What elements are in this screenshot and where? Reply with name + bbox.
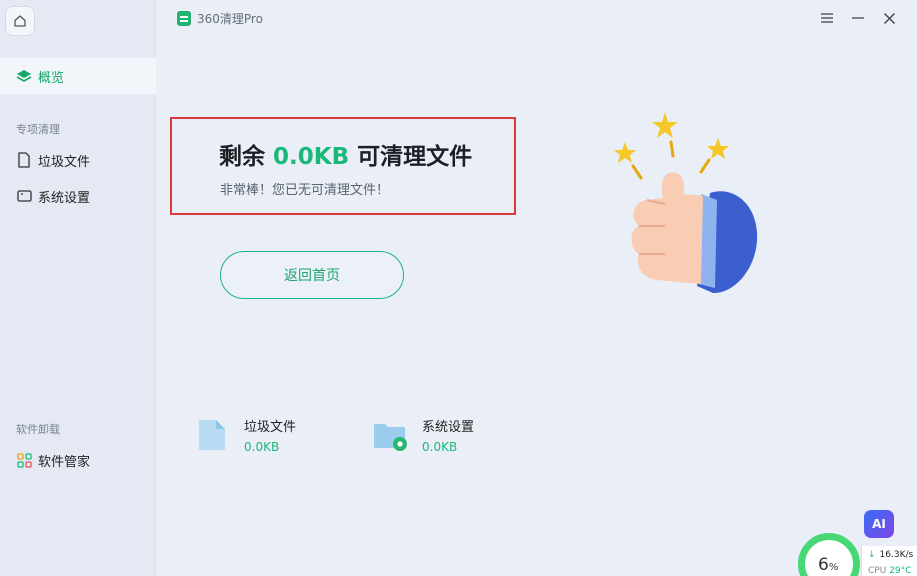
app-title: 360清理Pro [197, 12, 263, 26]
title-bar: 360清理Pro [157, 0, 917, 36]
headline-suffix: 可清理文件 [357, 144, 473, 170]
section-special-clean: 专项清理 [16, 123, 60, 136]
sidebar-item-software-manager[interactable]: 软件管家 [0, 442, 156, 478]
memory-percent: 6% [818, 555, 838, 575]
summary-name: 系统设置 [422, 420, 475, 435]
star-icon [707, 138, 729, 159]
star-icon [614, 142, 636, 163]
home-icon [14, 15, 26, 27]
sidebar-item-label: 垃圾文件 [38, 154, 91, 170]
menu-button[interactable] [819, 10, 835, 26]
download-arrow-icon: ↓ [868, 550, 876, 560]
summary-name: 垃圾文件 [244, 420, 297, 435]
ai-assistant-button[interactable]: AI [864, 510, 894, 538]
document-icon [199, 420, 225, 450]
network-monitor: ↓ 16.3K/s CPU 29°C [861, 546, 917, 576]
percent-value: 6 [818, 555, 829, 575]
back-home-button[interactable]: 返回首页 [220, 251, 404, 299]
sidebar-item-label: 系统设置 [38, 190, 91, 206]
app-logo-icon [177, 11, 191, 26]
window-icon [16, 188, 32, 204]
menu-icon [821, 13, 833, 23]
sidebar: 概览 专项清理 垃圾文件 系统设置 软件卸载 软件管家 [0, 0, 156, 576]
cpu-label: CPU [868, 566, 887, 576]
sidebar-item-junk-files[interactable]: 垃圾文件 [0, 142, 156, 178]
sidebar-item-label: 概览 [38, 70, 65, 86]
close-button[interactable] [881, 10, 897, 26]
cpu-temp-value: 29°C [889, 566, 912, 576]
summary-size: 0.0KB [422, 440, 458, 454]
thumbs-up-illustration [614, 112, 758, 294]
percent-unit: % [828, 562, 839, 573]
folder-settings-icon [374, 424, 407, 451]
result-headline: 剩余 0.0KB 可清理文件 [219, 137, 472, 171]
minimize-button[interactable] [850, 10, 866, 26]
download-speed: ↓ 16.3K/s [868, 550, 913, 560]
sidebar-item-overview[interactable]: 概览 [0, 58, 156, 94]
star-icon [652, 112, 678, 138]
remaining-amount: 0.0KB [273, 144, 350, 170]
net-speed-value: 16.3K/s [879, 550, 914, 560]
minimize-icon [852, 17, 864, 19]
file-icon [16, 152, 32, 168]
summary-system-settings: 系统设置 0.0KB [373, 416, 474, 454]
headline-prefix: 剩余 [219, 144, 265, 170]
result-subtitle: 非常棒！您已无可清理文件！ [220, 183, 390, 198]
section-software-uninstall: 软件卸载 [16, 423, 60, 436]
cpu-temp: CPU 29°C [868, 566, 911, 576]
home-button[interactable] [5, 6, 35, 36]
sidebar-item-system-settings[interactable]: 系统设置 [0, 178, 156, 214]
close-icon [883, 12, 895, 24]
sidebar-item-label: 软件管家 [38, 454, 91, 470]
apps-grid-icon [16, 452, 32, 468]
layers-icon [16, 68, 32, 84]
summary-size: 0.0KB [244, 440, 280, 454]
summary-junk-files: 垃圾文件 0.0KB [197, 416, 296, 454]
main-panel: 360清理Pro 剩余 0.0KB 可清理文件 非常棒！您已无可清理文件！ 返回… [157, 0, 917, 576]
